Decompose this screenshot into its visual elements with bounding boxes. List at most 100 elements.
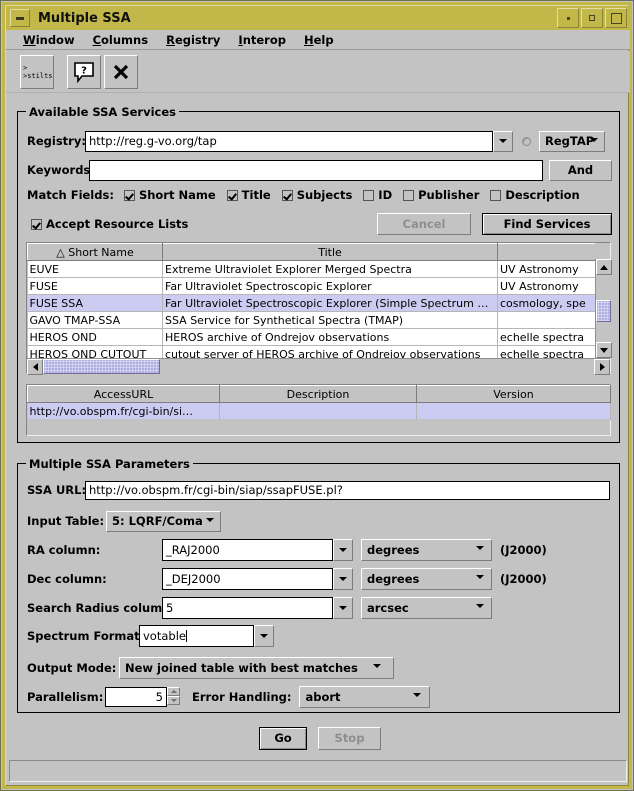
spinner-increment-button[interactable]: [167, 687, 180, 696]
application-window: Multiple SSA Window Columns Registry Int…: [0, 0, 634, 791]
column-header-label: Title: [318, 246, 342, 259]
match-field-subjects[interactable]: Subjects: [282, 188, 353, 202]
table-row[interactable]: FUSE Far Ultraviolet Spectroscopic Explo…: [28, 278, 596, 295]
menu-window[interactable]: Window: [14, 33, 84, 47]
services-table-container: △ Short Name Title EUVE Extr: [26, 242, 611, 374]
vscroll-thumb[interactable]: [596, 300, 611, 322]
chevron-down-icon: [339, 577, 347, 581]
menu-interop[interactable]: Interop: [229, 33, 295, 47]
triangle-right-icon: [600, 363, 605, 371]
registry-input[interactable]: http://reg.g-vo.org/tap: [85, 131, 493, 152]
cell-short-name: EUVE: [28, 261, 163, 278]
scroll-down-button[interactable]: [596, 342, 612, 358]
search-radius-combo[interactable]: 5: [162, 597, 353, 619]
help-button[interactable]: ?: [67, 55, 101, 89]
output-mode-combo[interactable]: New joined table with best matches: [119, 657, 394, 679]
menu-registry[interactable]: Registry: [157, 33, 229, 47]
title-bar[interactable]: Multiple SSA: [6, 6, 630, 30]
maximize-button[interactable]: [605, 8, 627, 28]
ra-column-combo[interactable]: _RAJ2000: [162, 539, 353, 561]
table-row[interactable]: HEROS OND HEROS archive of Ondrejov obse…: [28, 329, 596, 346]
shade-button[interactable]: [557, 8, 579, 28]
chevron-down-icon: [476, 604, 484, 608]
menu-columns[interactable]: Columns: [84, 33, 158, 47]
ra-unit-combo[interactable]: degrees: [361, 539, 492, 561]
table-row[interactable]: GAVO TMAP-SSA SSA Service for Synthetica…: [28, 312, 596, 329]
column-header-title[interactable]: Title: [163, 244, 498, 261]
go-button[interactable]: Go: [259, 727, 307, 750]
minimize-button[interactable]: [10, 9, 30, 27]
checkbox-publisher[interactable]: [403, 190, 414, 201]
cell-access-url: http://vo.obspm.fr/cgi-bin/si…: [28, 403, 220, 420]
registry-protocol-button[interactable]: RegTAP: [539, 131, 605, 152]
search-radius-input[interactable]: 5: [162, 597, 333, 619]
checkbox-description[interactable]: [490, 190, 501, 201]
ra-column-dropdown-button[interactable]: [333, 539, 353, 561]
input-table-combo[interactable]: 5: LQRF/Coma: [106, 511, 221, 532]
ssa-url-label: SSA URL:: [27, 483, 85, 497]
status-bar: [9, 760, 627, 782]
column-header-short-name[interactable]: △ Short Name: [28, 244, 163, 261]
accept-resource-lists-checkbox-wrap[interactable]: Accept Resource Lists: [31, 217, 188, 231]
spectrum-format-dropdown-button[interactable]: [254, 625, 274, 647]
spinner-decrement-button[interactable]: [167, 696, 180, 705]
match-field-label: ID: [378, 188, 392, 202]
restore-button[interactable]: [581, 8, 603, 28]
dec-column-input[interactable]: _DEJ2000: [162, 568, 333, 590]
stilts-icon-line1: >: [23, 64, 53, 72]
scroll-left-button[interactable]: [27, 359, 43, 375]
match-field-title[interactable]: Title: [227, 188, 271, 202]
scroll-right-button[interactable]: [594, 359, 610, 375]
ssa-url-input[interactable]: http://vo.obspm.fr/cgi-bin/siap/ssapFUSE…: [85, 481, 610, 500]
checkbox-subjects[interactable]: [282, 190, 293, 201]
column-header-subjects[interactable]: [498, 244, 596, 261]
match-field-description[interactable]: Description: [490, 188, 579, 202]
match-field-publisher[interactable]: Publisher: [403, 188, 479, 202]
table-row[interactable]: EUVE Extreme Ultraviolet Explorer Merged…: [28, 261, 596, 278]
menu-help[interactable]: Help: [295, 33, 343, 47]
close-window-button[interactable]: [104, 55, 138, 89]
scroll-up-button[interactable]: [596, 259, 612, 275]
dec-column-combo[interactable]: _DEJ2000: [162, 568, 353, 590]
hscroll-thumb[interactable]: [43, 359, 160, 374]
search-radius-unit-combo[interactable]: arcsec: [361, 597, 492, 619]
registry-dropdown-button[interactable]: [493, 131, 513, 152]
find-services-button[interactable]: Find Services: [482, 213, 612, 235]
dec-unit-combo[interactable]: degrees: [361, 568, 492, 590]
services-table-hscrollbar[interactable]: [27, 358, 610, 374]
error-handling-combo[interactable]: abort: [299, 686, 430, 708]
column-header-version[interactable]: Version: [417, 386, 611, 403]
ssa-url-row: SSA URL: http://vo.obspm.fr/cgi-bin/siap…: [27, 480, 612, 500]
table-row-selected[interactable]: FUSE SSA Far Ultraviolet Spectroscopic E…: [28, 295, 596, 312]
and-button[interactable]: And: [549, 160, 612, 181]
ra-column-row: RA column: _RAJ2000 degrees (J2000): [27, 538, 547, 562]
checkbox-short-name[interactable]: [124, 190, 135, 201]
registry-activity-indicator: [522, 137, 531, 146]
stilts-button[interactable]: > >stilts: [20, 55, 54, 89]
column-header-accessurl[interactable]: AccessURL: [28, 386, 220, 403]
input-table-label: Input Table:: [27, 514, 106, 528]
ra-column-input[interactable]: _RAJ2000: [162, 539, 333, 561]
stilts-icon: > >stilts: [21, 64, 53, 80]
parallelism-input[interactable]: 5: [105, 687, 167, 707]
match-field-id[interactable]: ID: [363, 188, 392, 202]
table-row-selected[interactable]: http://vo.obspm.fr/cgi-bin/si…: [28, 403, 611, 420]
match-field-short-name[interactable]: Short Name: [124, 188, 216, 202]
table-row[interactable]: HEROS OND CUTOUT cutout server of HEROS …: [28, 346, 596, 359]
dec-column-dropdown-button[interactable]: [333, 568, 353, 590]
checkbox-accept-resource-lists[interactable]: [31, 219, 42, 230]
parallelism-spinner-arrows[interactable]: [167, 687, 180, 707]
triangle-left-icon: [33, 363, 38, 371]
column-header-description[interactable]: Description: [220, 386, 417, 403]
checkbox-title[interactable]: [227, 190, 238, 201]
services-table-vscrollbar[interactable]: [595, 259, 611, 358]
keywords-input[interactable]: [89, 160, 543, 181]
spectrum-format-input[interactable]: votable: [139, 625, 254, 647]
vscroll-track[interactable]: [596, 275, 611, 342]
parallelism-spinner[interactable]: 5: [105, 687, 180, 707]
registry-combo[interactable]: http://reg.g-vo.org/tap: [85, 131, 513, 152]
search-radius-dropdown-button[interactable]: [333, 597, 353, 619]
checkbox-id[interactable]: [363, 190, 374, 201]
triangle-up-icon: [600, 265, 608, 270]
spectrum-format-combo[interactable]: votable: [139, 625, 274, 647]
